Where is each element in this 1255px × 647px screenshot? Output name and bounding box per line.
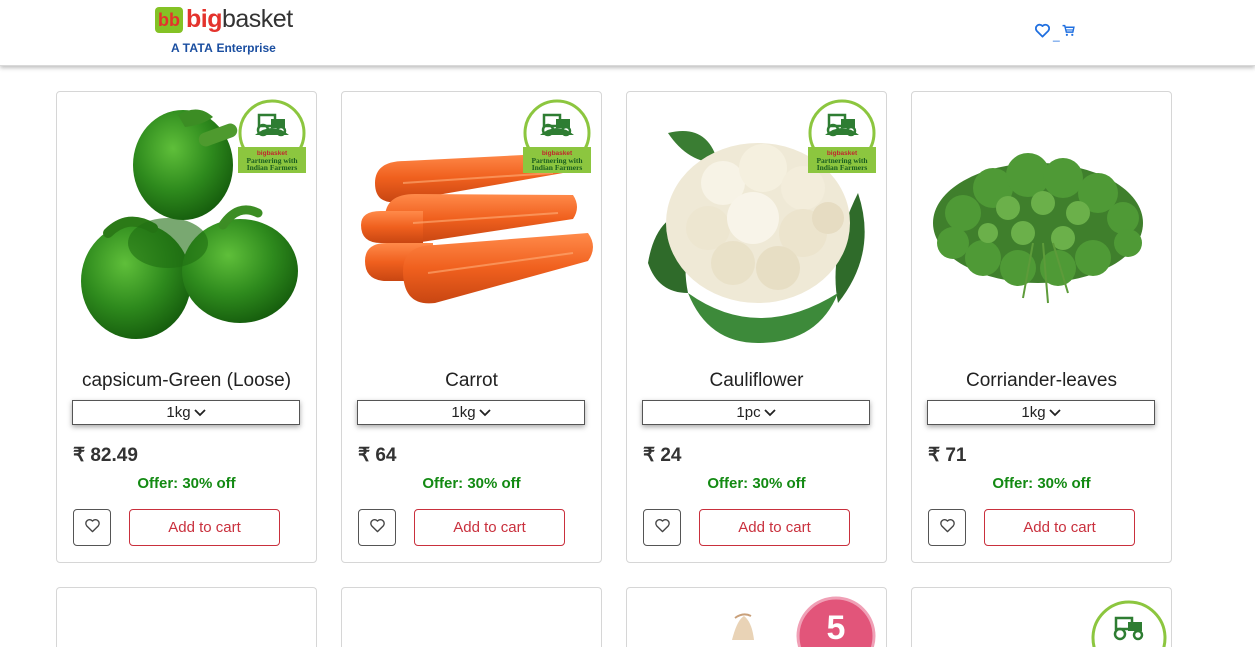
quantity-dropdown[interactable]: 1kg [72,400,300,425]
wishlist-heart-icon[interactable] [1034,23,1051,43]
tagline-tata: TATA [182,41,214,55]
top-header: bb bigbasket A TATA Enterprise _ [0,0,1255,66]
header-icons: _ [1034,23,1075,43]
heart-icon [939,518,956,538]
product-card: bigbasket Partnering with Indian Farmers… [341,91,602,563]
heart-icon [369,518,386,538]
discount-badge-icon: 5 [796,596,876,647]
discount-badge-number: 5 [827,609,846,647]
logo-basket: basket [222,5,293,33]
heart-icon [84,518,101,538]
farmers-badge-icon: bigbasket Partnering with Indian Farmers [522,99,592,173]
offer-text: Offer: 30% off [992,475,1091,492]
chevron-down-icon [1048,404,1061,421]
product-name[interactable]: Corriander-leaves [912,370,1171,392]
product-price: ₹ 71 [928,445,967,466]
product-card [341,587,602,647]
wishlist-button[interactable] [358,509,396,546]
product-image-carrot[interactable]: bigbasket Partnering with Indian Farmers [343,93,600,361]
quantity-value: 1pc [736,404,761,421]
add-to-cart-button[interactable]: Add to cart [129,509,280,546]
tagline-enterprise: Enterprise [216,41,276,55]
offer-text: Offer: 30% off [137,475,236,492]
badge-line3: Indian Farmers [247,163,298,172]
bb-logo-mark: bb [155,7,183,33]
header-separator: _ [1053,28,1060,42]
tagline-a: A [171,41,180,55]
offer-text: Offer: 30% off [422,475,521,492]
chevron-down-icon [763,404,776,421]
cart-icon[interactable] [1062,24,1075,42]
add-to-cart-button[interactable]: Add to cart [984,509,1135,546]
quantity-value: 1kg [166,404,191,421]
badge-line3: Indian Farmers [817,163,868,172]
wishlist-button[interactable] [928,509,966,546]
logo-tagline: A TATA Enterprise [171,41,276,55]
wishlist-button[interactable] [73,509,111,546]
bigbasket-logo[interactable]: bb bigbasket A TATA Enterprise [155,5,300,57]
product-name[interactable]: Carrot [342,370,601,392]
quantity-dropdown[interactable]: 1kg [357,400,585,425]
product-card: Corriander-leaves 1kg ₹ 71 Offer: 30% of… [911,91,1172,563]
quantity-dropdown[interactable]: 1kg [927,400,1155,425]
product-price: ₹ 64 [358,445,397,466]
product-image-cauliflower[interactable]: bigbasket Partnering with Indian Farmers [628,93,885,361]
chevron-down-icon [478,404,491,421]
quantity-dropdown[interactable]: 1pc [642,400,870,425]
product-card: bigbasket Partnering with Indian Farmers… [626,91,887,563]
product-card [911,587,1172,647]
heart-icon [654,518,671,538]
farmers-badge-icon [1091,600,1167,647]
product-card: 5 [626,587,887,647]
quantity-value: 1kg [451,404,476,421]
product-name[interactable]: Cauliflower [627,370,886,392]
add-to-cart-button[interactable]: Add to cart [414,509,565,546]
product-image-capsicum[interactable]: bigbasket Partnering with Indian Farmers [58,93,315,361]
logo-wordmark: bigbasket [186,5,293,34]
badge-line3: Indian Farmers [532,163,583,172]
quantity-value: 1kg [1021,404,1046,421]
offer-text: Offer: 30% off [707,475,806,492]
product-image-coriander[interactable] [913,93,1170,361]
farmers-badge-icon: bigbasket Partnering with Indian Farmers [807,99,877,173]
wishlist-button[interactable] [643,509,681,546]
farmers-badge-icon: bigbasket Partnering with Indian Farmers [237,99,307,173]
product-name[interactable]: capsicum-Green (Loose) [57,370,316,392]
product-price: ₹ 24 [643,445,682,466]
logo-big: big [186,5,223,33]
product-card: bigbasket Partnering with Indian Farmers… [56,91,317,563]
logo-bb-letters: bb [158,10,180,30]
add-to-cart-button[interactable]: Add to cart [699,509,850,546]
product-card [56,587,317,647]
product-price: ₹ 82.49 [73,445,138,466]
chevron-down-icon [193,404,206,421]
